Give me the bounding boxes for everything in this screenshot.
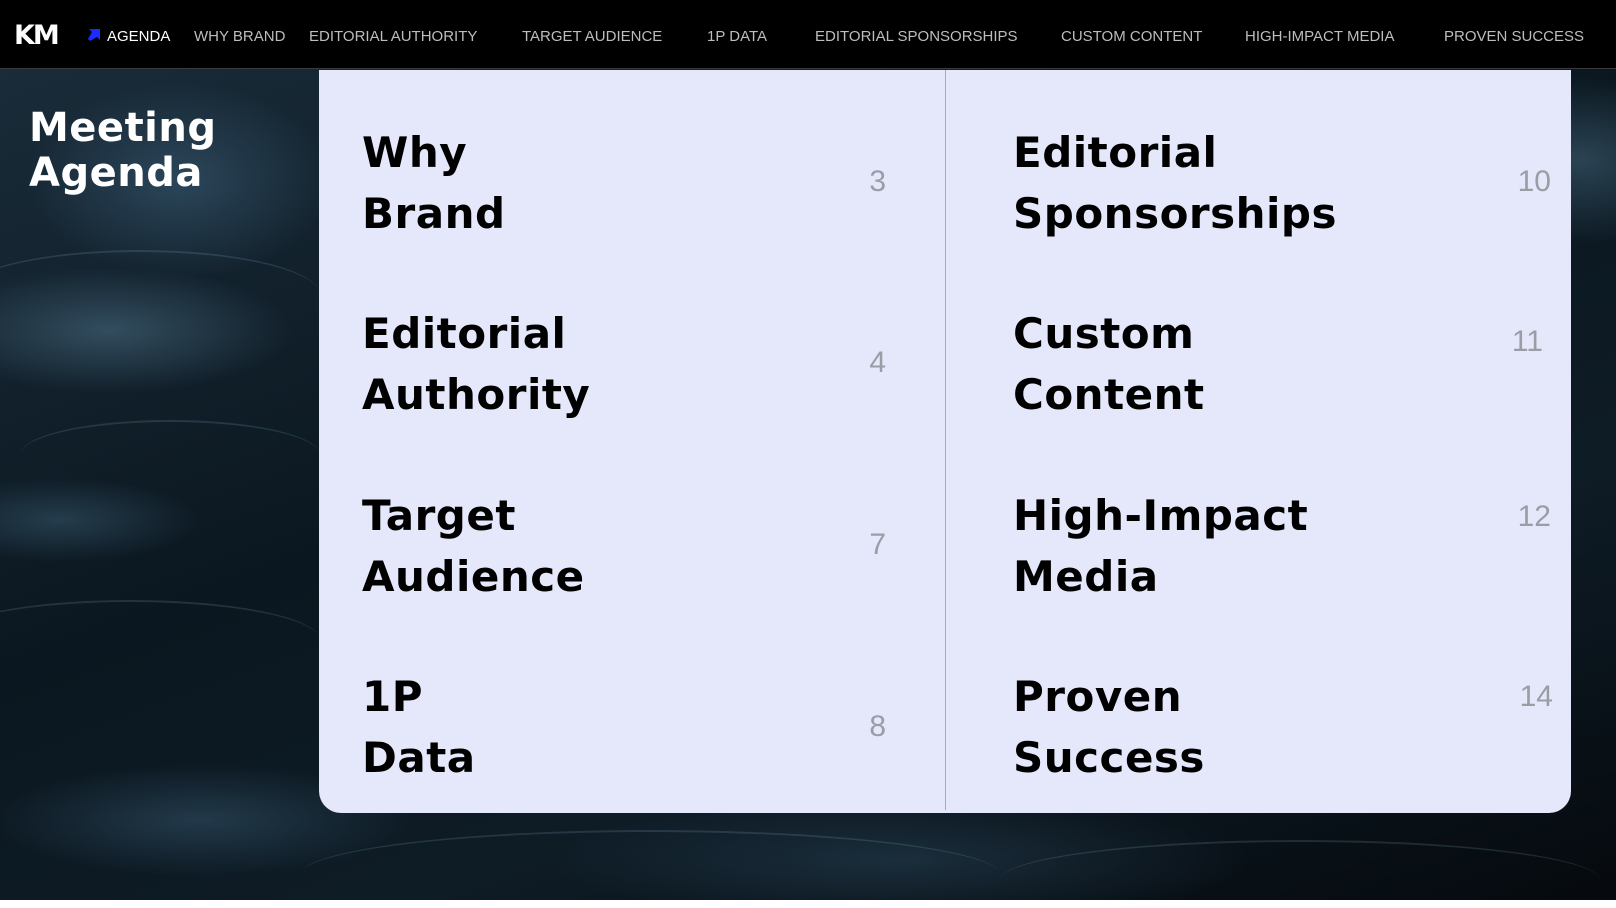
arrow-up-right-icon <box>88 29 100 41</box>
top-nav: KM AGENDA WHY BRAND EDITORIAL AUTHORITY … <box>0 0 1616 69</box>
agenda-item-title-line1: Target <box>362 491 516 540</box>
agenda-item-title-line1: Proven <box>1013 672 1183 721</box>
agenda-item-editorial-authority[interactable]: Editorial Authority 4 <box>362 303 922 453</box>
nav-item-1p-data[interactable]: 1P DATA <box>707 28 767 46</box>
agenda-item-1p-data[interactable]: 1P Data 8 <box>362 666 922 816</box>
agenda-item-title: Target Audience <box>362 485 585 607</box>
agenda-item-title-line2: Audience <box>362 552 585 601</box>
agenda-item-page-number: 3 <box>869 165 886 198</box>
agenda-item-proven-success[interactable]: Proven Success 14 <box>1013 666 1573 816</box>
agenda-item-high-impact-media[interactable]: High-Impact Media 12 <box>1013 485 1573 635</box>
agenda-item-title: Custom Content <box>1013 303 1205 425</box>
nav-item-high-impact-media[interactable]: HIGH-IMPACT MEDIA <box>1245 28 1394 46</box>
agenda-item-title-line2: Content <box>1013 370 1205 419</box>
agenda-item-title: Why Brand <box>362 122 506 244</box>
nav-item-agenda[interactable]: AGENDA <box>107 28 170 46</box>
nav-item-editorial-authority[interactable]: EDITORIAL AUTHORITY <box>309 28 477 46</box>
agenda-item-page-number: 10 <box>1517 165 1551 198</box>
agenda-item-page-number: 4 <box>869 346 886 379</box>
nav-item-custom-content[interactable]: CUSTOM CONTENT <box>1061 28 1202 46</box>
agenda-item-target-audience[interactable]: Target Audience 7 <box>362 485 922 635</box>
agenda-item-title: Editorial Sponsorships <box>1013 122 1337 244</box>
water-ripple <box>300 830 1000 908</box>
agenda-item-title-line1: 1P <box>362 672 424 721</box>
agenda-item-title-line1: Editorial <box>1013 128 1218 177</box>
column-divider <box>945 70 946 810</box>
agenda-item-title-line1: Why <box>362 128 468 177</box>
agenda-item-title-line2: Data <box>362 733 476 782</box>
agenda-item-title-line1: Editorial <box>362 309 567 358</box>
agenda-item-page-number: 11 <box>1511 325 1543 358</box>
agenda-item-title: Editorial Authority <box>362 303 590 425</box>
agenda-item-title-line2: Authority <box>362 370 591 419</box>
page-title: Meeting Agenda <box>29 106 289 196</box>
agenda-item-title-line2: Success <box>1013 733 1205 782</box>
agenda-item-page-number: 14 <box>1519 680 1553 713</box>
page-title-line1: Meeting <box>29 105 217 151</box>
agenda-item-title-line2: Sponsorships <box>1013 189 1337 238</box>
agenda-item-custom-content[interactable]: Custom Content 11 <box>1013 303 1573 453</box>
agenda-item-title: Proven Success <box>1013 666 1205 788</box>
water-ripple <box>0 250 320 340</box>
water-ripple <box>20 420 320 490</box>
nav-item-why-brand[interactable]: WHY BRAND <box>194 28 285 46</box>
agenda-item-title: 1P Data <box>362 666 476 788</box>
agenda-item-editorial-sponsorships[interactable]: Editorial Sponsorships 10 <box>1013 122 1573 272</box>
nav-item-target-audience[interactable]: TARGET AUDIENCE <box>522 28 662 46</box>
agenda-item-title: High-Impact Media <box>1013 485 1308 607</box>
agenda-item-page-number: 8 <box>869 710 886 743</box>
water-ripple <box>0 600 320 680</box>
agenda-item-page-number: 7 <box>869 528 886 561</box>
agenda-item-title-line2: Media <box>1013 552 1159 601</box>
page-title-line2: Agenda <box>29 150 203 196</box>
agenda-item-title-line2: Brand <box>362 189 506 238</box>
agenda-item-title-line1: High-Impact <box>1013 491 1309 540</box>
agenda-item-why-brand[interactable]: Why Brand 3 <box>362 122 922 272</box>
bottom-edge <box>0 900 1616 908</box>
agenda-item-title-line1: Custom <box>1013 309 1195 358</box>
km-logo[interactable]: KM <box>14 20 60 52</box>
agenda-item-page-number: 12 <box>1517 500 1551 533</box>
agenda-panel: Why Brand 3 Editorial Authority 4 Target… <box>319 70 1571 813</box>
nav-item-proven-success[interactable]: PROVEN SUCCESS <box>1444 28 1584 46</box>
nav-item-editorial-sponsorships[interactable]: EDITORIAL SPONSORSHIPS <box>815 28 1018 46</box>
water-ripple <box>1000 840 1600 908</box>
